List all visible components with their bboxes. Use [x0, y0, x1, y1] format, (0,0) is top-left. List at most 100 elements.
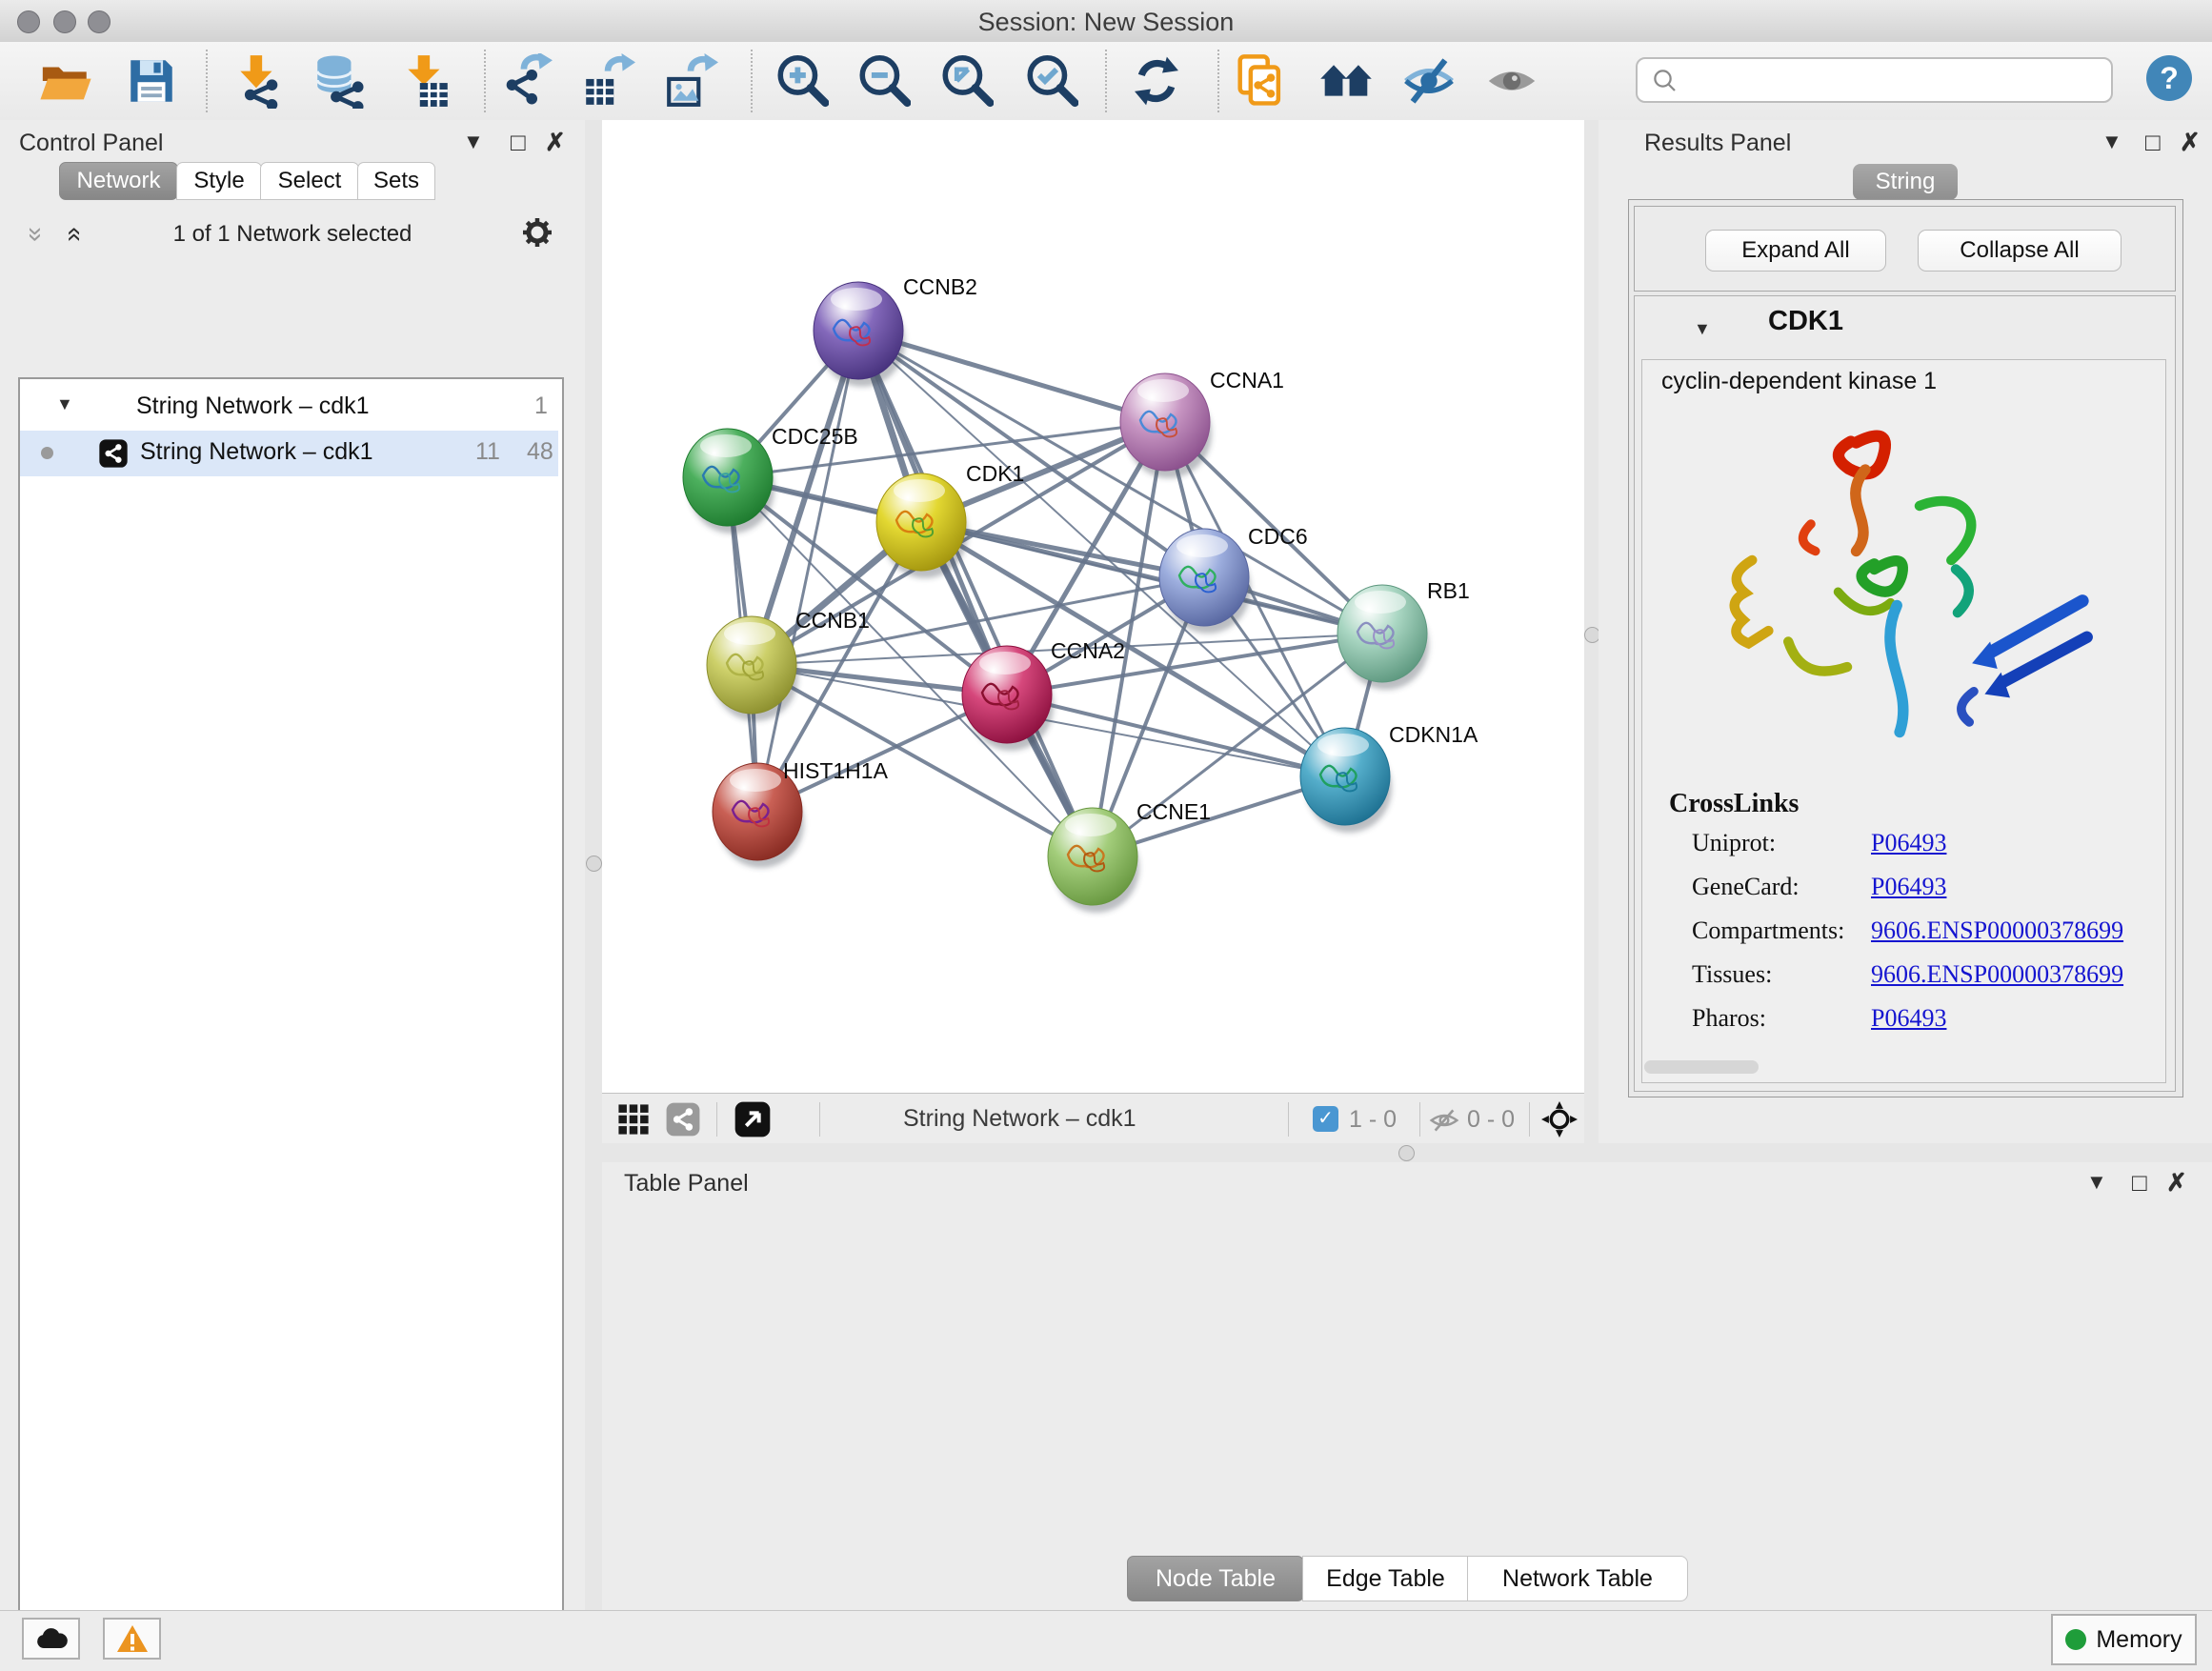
statusbar-separator [819, 1102, 820, 1137]
selected-checkbox-icon[interactable]: ✓ [1313, 1106, 1338, 1132]
tab-string[interactable]: String [1853, 164, 1958, 200]
network-collection-row[interactable]: ▼ String Network – cdk1 1 [20, 387, 558, 431]
network-node-CDK1[interactable] [876, 473, 968, 578]
zoom-fit-icon[interactable] [938, 53, 994, 109]
warnings-button[interactable] [103, 1618, 161, 1660]
statusbar-separator [1419, 1102, 1420, 1137]
cytoscape-window: Session: New Session [0, 0, 2212, 1671]
crosslink-uniprot-link[interactable]: P06493 [1871, 829, 1946, 857]
node-gloss [979, 652, 1031, 674]
tab-node-table[interactable]: Node Table [1127, 1556, 1304, 1601]
help-button[interactable]: ? [2146, 55, 2192, 101]
node-label: CDC6 [1248, 524, 1308, 549]
table-panel-float-icon[interactable]: □ [2132, 1168, 2147, 1198]
network-options-gear-icon[interactable] [520, 215, 554, 250]
crosslink-label: GeneCard: [1692, 873, 1800, 901]
tab-select[interactable]: Select [260, 162, 359, 200]
network-node-RB1[interactable] [1337, 585, 1429, 690]
table-panel-close-icon[interactable]: ✗ [2166, 1168, 2187, 1198]
refresh-view-icon[interactable] [1129, 53, 1184, 109]
export-table-icon[interactable] [580, 53, 635, 109]
tab-edge-table[interactable]: Edge Table [1302, 1556, 1469, 1601]
fit-selected-crosshair-icon[interactable] [1541, 1101, 1578, 1137]
collapse-all-button[interactable]: Collapse All [1918, 230, 2122, 272]
tab-network-table[interactable]: Network Table [1467, 1556, 1688, 1601]
expand-all-button[interactable]: Expand All [1705, 230, 1886, 272]
memory-status-dot-icon [2065, 1629, 2086, 1650]
export-image-icon[interactable] [663, 53, 718, 109]
results-panel-close-icon[interactable]: ✗ [2180, 128, 2201, 157]
crosslink-genecard-link[interactable]: P06493 [1871, 873, 1946, 901]
memory-button[interactable]: Memory [2051, 1614, 2197, 1665]
crosslink-compartments-link[interactable]: 9606.ENSP00000378699 [1871, 916, 2123, 945]
network-canvas: CCNB2CCNA1CDC25BCDK1CDC6RB1CCNB1CCNA2CDK… [602, 120, 1584, 1093]
show-all-icon[interactable] [1484, 53, 1539, 109]
tab-network[interactable]: Network [59, 162, 178, 200]
cloud-button[interactable] [22, 1618, 80, 1660]
network-edge[interactable] [858, 331, 1093, 856]
export-network-icon[interactable] [498, 53, 553, 109]
table-panel-collapse-icon[interactable]: ▼ [2086, 1170, 2107, 1195]
node-gloss [1176, 534, 1228, 557]
birds-eye-grid-icon[interactable] [617, 1103, 650, 1136]
string-network-icon [98, 438, 129, 469]
search-input[interactable] [1687, 63, 2101, 95]
save-session-icon[interactable] [124, 53, 179, 109]
network-name: String Network – cdk1 [140, 438, 373, 466]
horizontal-splitter-handle[interactable] [1398, 1145, 1415, 1161]
node-label: CCNB2 [903, 274, 977, 299]
control-panel-close-icon[interactable]: ✗ [545, 128, 566, 157]
crosslink-tissues-link[interactable]: 9606.ENSP00000378699 [1871, 960, 2123, 989]
left-splitter-handle[interactable] [586, 856, 602, 872]
network-edge[interactable] [757, 331, 858, 812]
crosslink-label: Uniprot: [1692, 829, 1776, 857]
results-panel-collapse-icon[interactable]: ▼ [2101, 130, 2122, 154]
results-panel-title: Results Panel [1644, 130, 1791, 157]
node-label: CDK1 [966, 461, 1024, 486]
results-hscroll-thumb[interactable] [1644, 1060, 1759, 1074]
entry-description: cyclin-dependent kinase 1 [1661, 368, 1937, 395]
zoom-out-icon[interactable] [855, 53, 911, 109]
toolbar-separator [751, 50, 753, 112]
results-panel-float-icon[interactable]: □ [2145, 128, 2161, 157]
network-node-CDC25B[interactable] [683, 429, 774, 534]
tab-style[interactable]: Style [176, 162, 262, 200]
collection-expander-icon[interactable]: ▼ [56, 394, 73, 414]
open-in-window-icon[interactable] [734, 1100, 772, 1138]
network-node-CDKN1A[interactable] [1300, 728, 1392, 833]
status-bar: Memory [0, 1610, 2212, 1671]
zoom-in-icon[interactable] [774, 53, 829, 109]
crosslink-pharos-link[interactable]: P06493 [1871, 1004, 1946, 1033]
network-node-CCNA1[interactable] [1120, 373, 1212, 478]
network-node-CCNB1[interactable] [707, 616, 798, 721]
entry-expander-icon[interactable]: ▼ [1694, 319, 1711, 339]
import-table-file-icon[interactable] [398, 53, 453, 109]
node-gloss [1317, 734, 1369, 756]
string-view-icon[interactable] [665, 1101, 701, 1137]
first-neighbors-icon[interactable] [1318, 53, 1374, 109]
crosslink-label: Compartments: [1692, 916, 1844, 945]
network-node-CCNB2[interactable] [814, 282, 905, 387]
horizontal-splitter[interactable] [602, 1143, 2212, 1162]
expand-collapse-box: Expand All Collapse All [1634, 206, 2176, 292]
import-network-file-icon[interactable] [231, 53, 286, 109]
network-graph[interactable]: CCNB2CCNA1CDC25BCDK1CDC6RB1CCNB1CCNA2CDK… [602, 120, 1584, 1093]
network-row[interactable]: String Network – cdk1 11 48 [20, 431, 558, 476]
table-panel: Table Panel ▼ □ ✗ f(x) shared name name … [602, 1162, 2212, 1610]
node-gloss [724, 622, 775, 645]
right-splitter[interactable] [1584, 120, 1599, 1143]
control-panel-collapse-icon[interactable]: ▼ [463, 130, 484, 154]
clone-network-icon[interactable] [1234, 53, 1289, 109]
network-node-CCNE1[interactable] [1048, 808, 1139, 913]
table-panel-title: Table Panel [624, 1170, 749, 1198]
title-bar: Session: New Session [0, 0, 2212, 43]
hide-selection-icon[interactable] [1401, 53, 1457, 109]
hidden-eye-slash-icon [1429, 1105, 1459, 1136]
zoom-selected-icon[interactable] [1023, 53, 1078, 109]
open-session-icon[interactable] [38, 53, 93, 109]
left-splitter[interactable] [585, 120, 602, 1610]
control-panel-float-icon[interactable]: □ [511, 128, 526, 157]
tab-sets[interactable]: Sets [357, 162, 435, 200]
import-network-database-icon[interactable] [311, 53, 366, 109]
hidden-node-edge-counts: 0 - 0 [1467, 1106, 1515, 1134]
